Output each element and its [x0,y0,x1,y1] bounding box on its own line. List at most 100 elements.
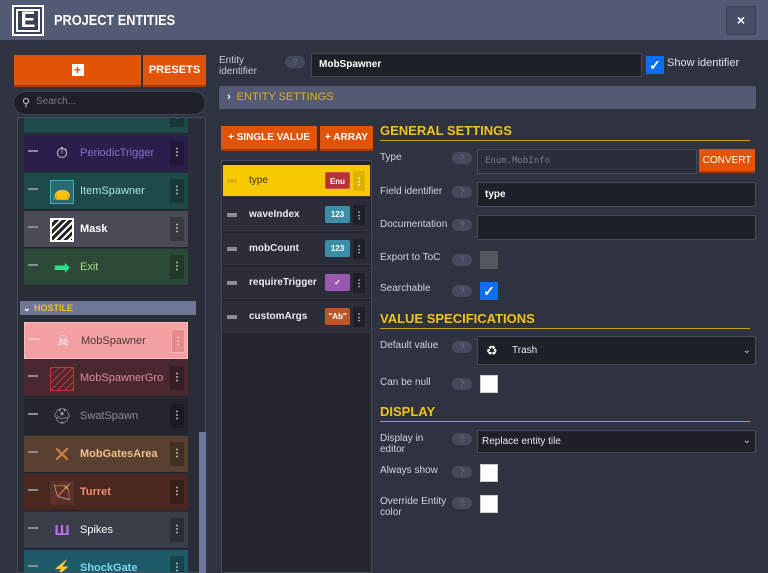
default-value-select[interactable]: ♻ Trash ⌄ [477,336,756,365]
item-label: Exit [80,261,99,273]
field-row[interactable]: customArgs "Ab" ⋮ [223,301,370,333]
more-icon[interactable]: ⋮ [170,480,184,504]
list-item[interactable]: MobSpawnerGroup ⋮ [24,360,188,397]
drag-handle-icon[interactable] [227,281,237,285]
list-item[interactable]: ➡ Exit ⋮ [24,249,188,286]
more-icon[interactable]: ⋮ [353,205,365,225]
field-row-selected[interactable]: type Enu ⋮ [223,165,370,197]
more-icon[interactable]: ⋮ [353,239,365,259]
drag-handle-icon[interactable] [227,315,237,319]
close-button[interactable]: × [726,6,756,35]
selected-value: Replace entity tile [482,436,561,447]
display-in-editor-select[interactable]: Replace entity tile ⌄ [477,430,756,453]
list-item[interactable]: ⚡ ShockGate ⋮ [24,550,188,573]
field-row[interactable]: requireTrigger ✓ ⋮ [223,267,370,299]
field-row[interactable]: mobCount 123 ⋮ [223,233,370,265]
more-icon[interactable]: ⋮ [171,329,185,353]
help-icon[interactable]: ? [452,285,472,297]
add-entity-button[interactable]: + [14,55,141,87]
help-icon[interactable]: ? [452,497,472,509]
group-header-hostile[interactable]: ⌄ HOSTILE [20,301,196,315]
more-icon[interactable]: ⋮ [170,118,184,127]
drag-handle-icon[interactable] [28,413,38,416]
help-icon[interactable]: ? [452,378,472,390]
more-icon[interactable]: ⋮ [170,179,184,203]
search-box: ⚲ [13,91,206,115]
help-icon[interactable]: ? [452,152,472,164]
more-icon[interactable]: ⋮ [353,307,365,327]
drag-handle-icon[interactable] [227,247,237,251]
export-toc-checkbox[interactable] [480,251,498,269]
drag-handle-icon[interactable] [227,179,237,183]
convert-button[interactable]: CONVERT [699,149,755,173]
more-icon[interactable]: ⋮ [170,217,184,241]
drag-handle-icon[interactable] [28,527,38,530]
field-name: type [249,175,268,186]
more-icon[interactable]: ⋮ [170,404,184,428]
help-icon[interactable]: ? [452,341,472,353]
help-icon[interactable]: ? [452,466,472,478]
more-icon[interactable]: ⋮ [353,273,365,293]
field-identifier-label: Field identifier [380,186,443,197]
search-input[interactable] [36,96,196,107]
help-icon[interactable]: ? [452,186,472,198]
type-input[interactable]: Enum.MobInfo [477,149,697,174]
drag-handle-icon[interactable] [28,264,38,267]
plus-icon: + [71,64,84,76]
field-row[interactable]: waveIndex 123 ⋮ [223,199,370,231]
more-icon[interactable]: ⋮ [170,556,184,572]
can-be-null-checkbox[interactable] [480,375,498,393]
cross-icon: ✕ [52,442,72,467]
presets-button[interactable]: PRESETS [143,55,206,87]
help-icon[interactable]: ? [452,219,472,231]
override-color-checkbox[interactable] [480,495,498,513]
item-label: MobSpawnerGroup [80,372,164,384]
list-scrollbar[interactable] [199,432,206,573]
drag-handle-icon[interactable] [28,226,38,229]
list-item[interactable]: Mask ⋮ [24,211,188,248]
entity-settings-toggle[interactable]: › ENTITY SETTINGS [219,86,756,109]
add-array-button[interactable]: + ARRAY [320,126,373,151]
field-identifier-input[interactable]: type [477,182,756,207]
more-icon[interactable]: ⋮ [170,442,184,466]
list-item[interactable]: ⋮ [24,118,188,134]
list-item[interactable]: ⛑ SwatSpawn ⋮ [24,398,188,435]
help-icon[interactable]: ? [452,433,472,445]
help-icon[interactable]: ? [452,254,472,266]
documentation-input[interactable] [477,215,756,240]
help-icon[interactable]: ? [285,56,305,68]
default-value-label: Default value [380,340,439,351]
drag-handle-icon[interactable] [28,150,38,153]
skull-icon: ☠ [56,333,70,350]
add-single-value-button[interactable]: + SINGLE VALUE [221,126,317,151]
drag-handle-icon[interactable] [28,565,38,568]
drag-handle-icon[interactable] [28,375,38,378]
item-label: Mask [80,223,108,235]
list-item[interactable]: 🏹 Turret ⋮ [24,474,188,511]
item-label: PeriodicTrigger [80,147,155,159]
more-icon[interactable]: ⋮ [170,255,184,279]
list-item[interactable]: 👝 ItemSpawner ⋮ [24,173,188,210]
searchable-checkbox[interactable]: ✓ [480,282,498,300]
always-show-checkbox[interactable] [480,464,498,482]
field-name: mobCount [249,243,299,254]
list-item[interactable]: ⏱ PeriodicTrigger ⋮ [24,135,188,172]
more-icon[interactable]: ⋮ [170,366,184,390]
field-name: requireTrigger [249,277,317,288]
lightning-icon: ⚡ [52,560,72,573]
list-item[interactable]: Ш Spikes ⋮ [24,512,188,549]
more-icon[interactable]: ⋮ [353,171,365,191]
list-item-selected[interactable]: ☠ MobSpawner ⋮ [24,322,188,359]
drag-handle-icon[interactable] [28,489,38,492]
drag-handle-icon[interactable] [28,188,38,191]
display-heading: DISPLAY [380,404,750,422]
type-label: Type [380,152,402,163]
entity-identifier-input[interactable]: MobSpawner [311,53,642,77]
drag-handle-icon[interactable] [28,451,38,454]
drag-handle-icon[interactable] [227,213,237,217]
list-item[interactable]: ✕ MobGatesArea ⋮ [24,436,188,473]
show-identifier-checkbox[interactable]: ✓ [646,56,664,74]
more-icon[interactable]: ⋮ [170,141,184,165]
more-icon[interactable]: ⋮ [170,518,184,542]
drag-handle-icon[interactable] [29,338,39,341]
